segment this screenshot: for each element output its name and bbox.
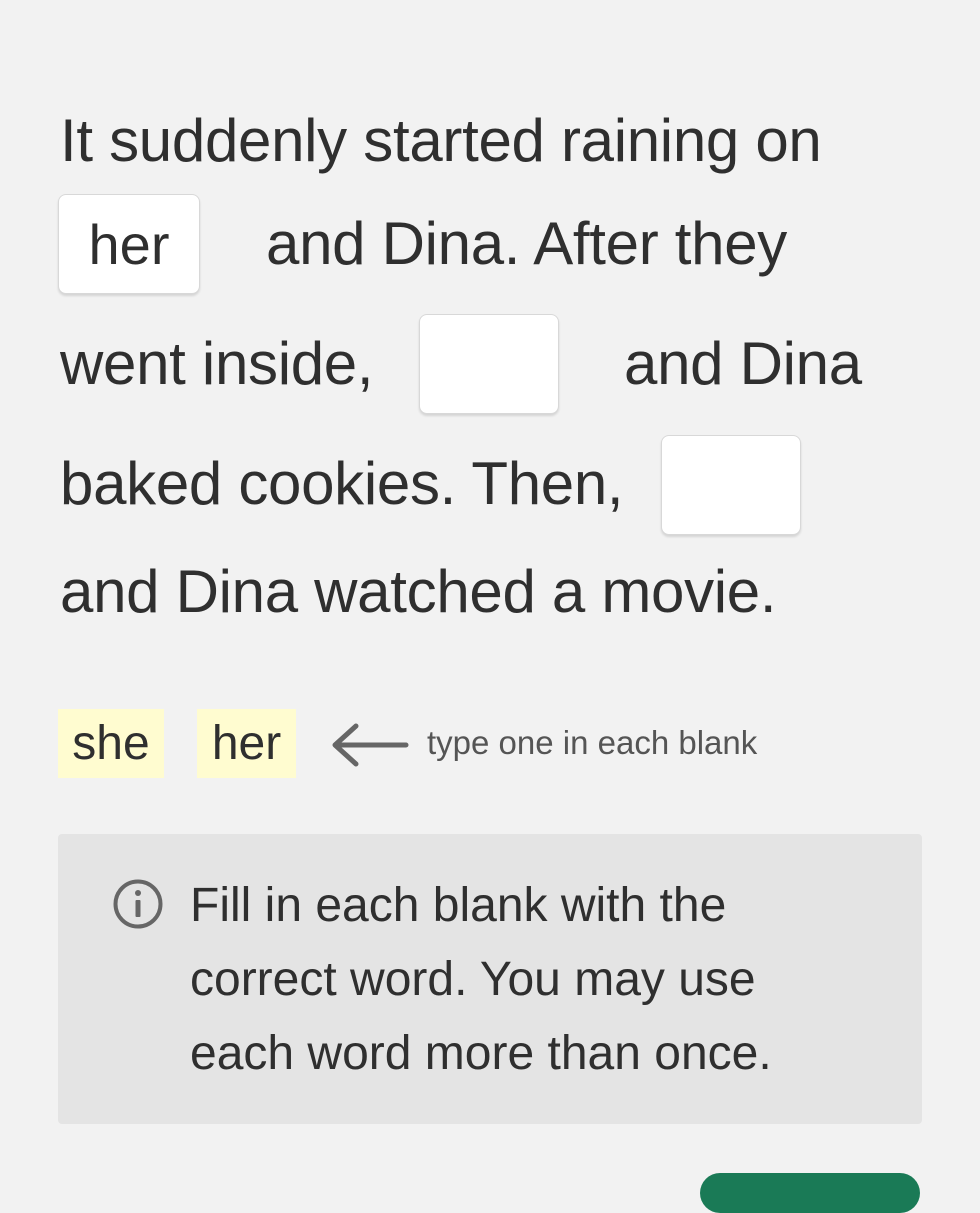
blank-3-input[interactable] xyxy=(661,435,801,535)
word-bank-hint: type one in each blank xyxy=(427,724,758,761)
passage-line-1: It suddenly started raining on xyxy=(60,107,822,174)
word-chip-she: she xyxy=(58,709,164,778)
word-chip-her: her xyxy=(197,709,296,778)
blank-1-input[interactable] xyxy=(58,194,200,294)
continue-button[interactable] xyxy=(700,1173,920,1213)
passage-line-5: and Dina watched a movie. xyxy=(60,558,777,625)
passage-line-4: baked cookies. Then, xyxy=(60,450,624,517)
passage-line-2: and Dina. After they xyxy=(266,210,787,277)
instructions-box: Fill in each blank with the correct word… xyxy=(58,834,922,1124)
instructions-text: Fill in each blank with the correct word… xyxy=(190,879,772,1080)
blank-2-input[interactable] xyxy=(419,314,559,414)
passage-line-3a: went inside, xyxy=(60,330,374,397)
arrow-left-icon xyxy=(332,723,409,767)
info-icon xyxy=(113,879,163,929)
passage-line-3b: and Dina xyxy=(624,330,862,397)
